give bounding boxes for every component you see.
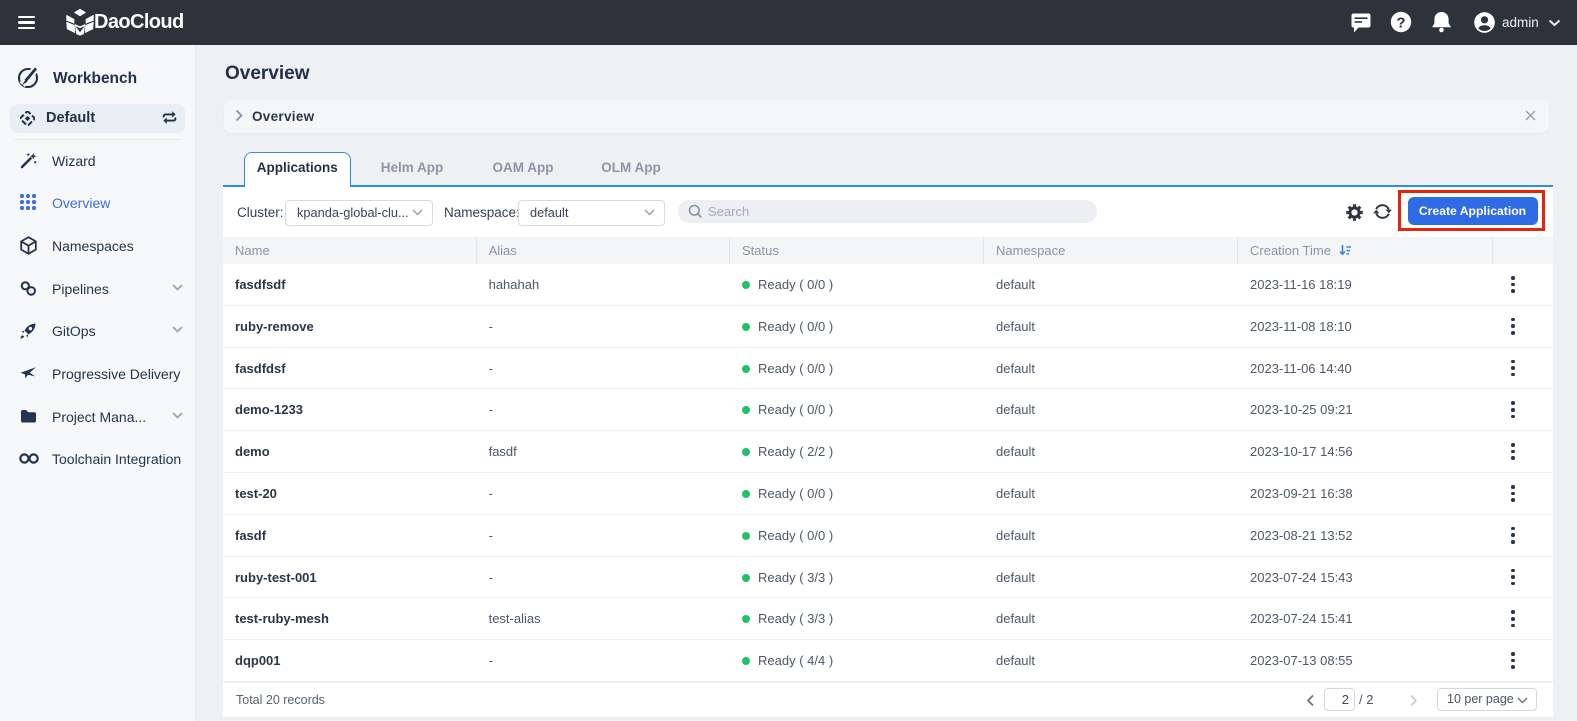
svg-text:?: ? — [1396, 15, 1405, 32]
